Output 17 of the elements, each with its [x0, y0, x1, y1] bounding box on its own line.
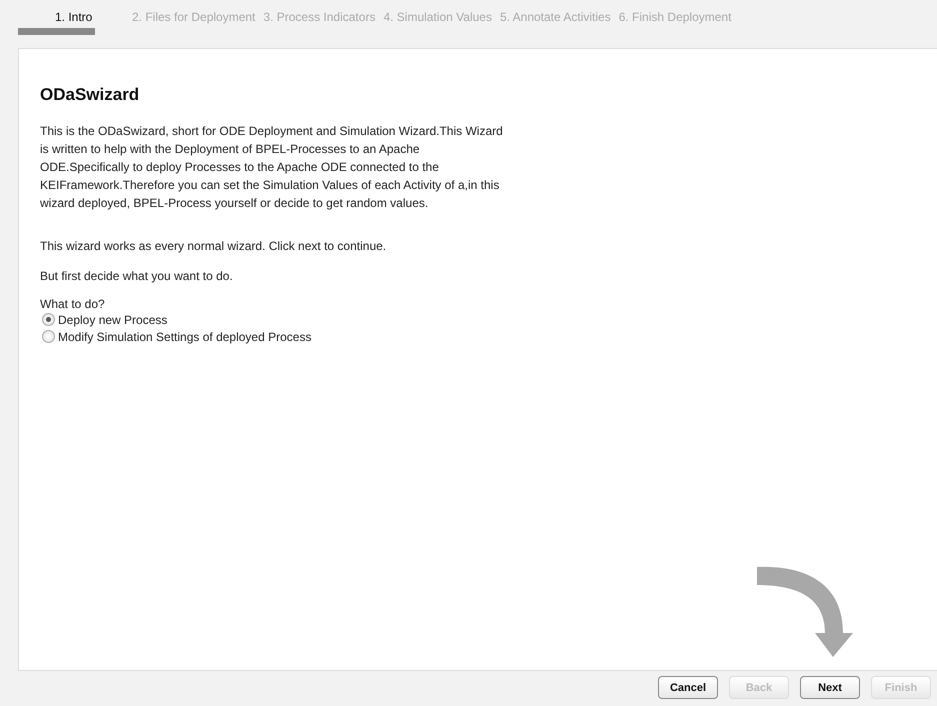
wizard-step[interactable]: 6. Finish Deployment [618, 4, 732, 24]
radio-button[interactable] [42, 330, 55, 343]
wizard-button[interactable]: Next [800, 676, 860, 699]
radio-button[interactable] [42, 313, 55, 326]
question-label: What to do? [40, 297, 106, 311]
wizard-step[interactable]: 4. Simulation Values [383, 4, 492, 24]
description-text: This wizard works as every normal wizard. Click next to continue. [40, 238, 388, 255]
option-label[interactable]: Modify Simulation Settings of deployed Process [58, 330, 312, 344]
description-text: But first decide what you want to do. [40, 268, 234, 285]
description-text: This is the ODaSwizard, short for ODE Deployment and Simulation Wizard.This Wizard is written to help with the Deployment of BPEL-Processes to an Apache ODE.Specifically to deploy Processes to the Apache ODE connected to the KEIFramework.Therefore you can set the Simulation Values of each Activity of a,in this wizard deployed, BPEL-Process yourself or decide to get random values. [40, 123, 504, 212]
wizard-step[interactable]: 3. Process Indicators [263, 4, 376, 24]
option-label[interactable]: Deploy new Process [58, 312, 168, 326]
wizard-button[interactable]: Cancel [658, 676, 718, 699]
wizard-step[interactable]: 2. Files for Deployment [132, 4, 256, 24]
wizard-step[interactable]: 5. Annotate Activities [500, 4, 611, 24]
wizard-title: ODaSwizard [40, 85, 140, 105]
wizard-step[interactable]: 1. Intro [18, 4, 92, 24]
